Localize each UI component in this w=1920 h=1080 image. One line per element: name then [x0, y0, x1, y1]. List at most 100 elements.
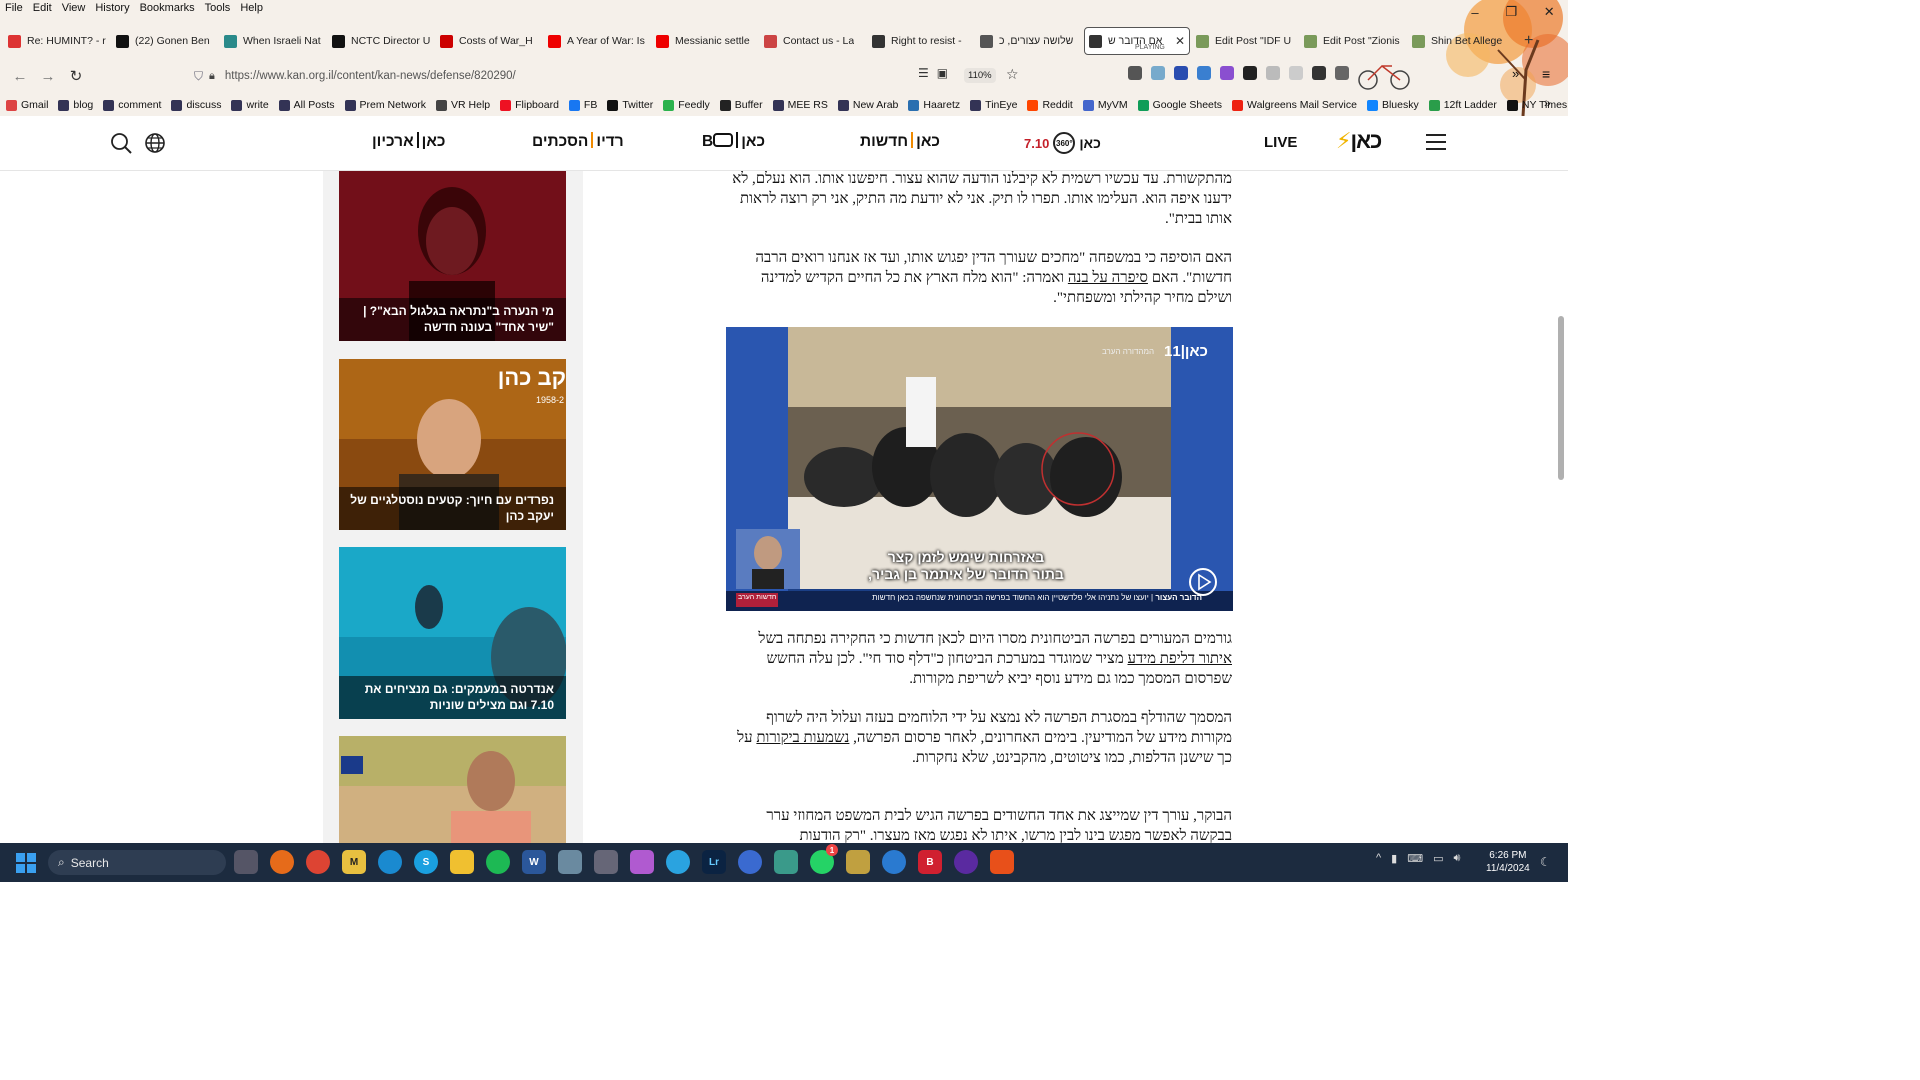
browser-tab[interactable]: (22) Gonen Ben — [112, 27, 218, 55]
link-icon[interactable] — [1335, 66, 1349, 80]
firefox-icon[interactable] — [270, 850, 294, 874]
menu-help[interactable]: Help — [235, 0, 268, 18]
bookmark-item[interactable]: Buffer — [719, 99, 763, 111]
bookmark-item[interactable]: discuss — [171, 99, 221, 111]
minimize-icon[interactable]: – — [1471, 5, 1478, 20]
menu-tools[interactable]: Tools — [200, 0, 236, 18]
battery-icon[interactable]: ▮ — [1391, 852, 1397, 865]
reddit-extension-icon[interactable] — [1266, 66, 1280, 80]
sidebar-card[interactable]: קב כהן 1958-2 נפרדים עם חיוך: קטעים נוסט… — [339, 359, 566, 530]
extension-icon[interactable] — [1128, 66, 1142, 80]
browser-tab[interactable]: When Israeli Nat — [220, 27, 326, 55]
nav-kan-box[interactable]: כאן B — [702, 132, 765, 151]
extension-icon[interactable] — [1312, 66, 1326, 80]
display-icon[interactable]: ▭ — [1433, 852, 1443, 865]
article-link[interactable]: נשמעות ביקורות — [756, 730, 849, 746]
bookmark-item[interactable]: Haaretz — [908, 99, 960, 111]
browser-tab[interactable]: Messianic settle — [652, 27, 758, 55]
windows-start-icon[interactable] — [16, 853, 36, 873]
reader-view-icon[interactable]: ☰ — [918, 66, 929, 80]
cube-extension-icon[interactable] — [1220, 66, 1234, 80]
bookmark-item[interactable]: Walgreens Mail Service — [1232, 99, 1357, 111]
lock-icon[interactable]: 🔒︎ — [209, 70, 215, 83]
layers-extension-icon[interactable] — [1243, 66, 1257, 80]
edge-icon[interactable] — [378, 850, 402, 874]
podcast-app-icon[interactable] — [954, 850, 978, 874]
app-icon[interactable] — [882, 850, 906, 874]
forward-arrow-icon[interactable]: → — [34, 68, 62, 85]
settings-gear-icon[interactable] — [594, 850, 618, 874]
reload-icon[interactable]: ↻ — [62, 67, 90, 85]
tray-chevron-icon[interactable]: ^ — [1376, 852, 1381, 865]
sidebar-card[interactable] — [339, 736, 566, 843]
badge-7-10-link[interactable]: 7.10 360° כאן — [1024, 132, 1101, 154]
bookmark-item[interactable]: write — [231, 99, 269, 111]
bookmark-item[interactable]: TinEye — [970, 99, 1017, 111]
sidebar-card[interactable]: מי הנערה ב"נתראה בגלגול הבא"? | "שיר אחד… — [339, 171, 566, 341]
browser-tab[interactable]: Right to resist - — [868, 27, 974, 55]
browser-tab[interactable]: Costs of War_H — [436, 27, 542, 55]
hamburger-menu-icon[interactable] — [1426, 134, 1446, 155]
tab-close-icon[interactable]: ✕ — [1175, 34, 1185, 48]
overflow-chevron-icon[interactable]: » — [1512, 66, 1519, 81]
task-view-icon[interactable] — [234, 850, 258, 874]
menu-edit[interactable]: Edit — [28, 0, 57, 18]
back-arrow-icon[interactable]: ← — [6, 68, 34, 85]
browser-tab[interactable]: שלושה עצורים, כ — [976, 27, 1082, 55]
bookmark-item[interactable]: Gmail — [6, 99, 48, 111]
browser-tab[interactable]: Edit Post "IDF U — [1192, 27, 1298, 55]
bookmark-star-icon[interactable]: ☆ — [1006, 66, 1019, 83]
extension-icon[interactable] — [1289, 66, 1303, 80]
video-player[interactable]: כאן|11 המהדורה הערב באזרחות שימש לזמן קצ… — [726, 327, 1233, 611]
app-icon[interactable] — [738, 850, 762, 874]
restore-icon[interactable]: ❐ — [1505, 4, 1517, 20]
chrome-icon[interactable] — [306, 850, 330, 874]
url-bar[interactable]: ⛉ 🔒︎ — [186, 64, 1026, 88]
bookmark-item[interactable]: Reddit — [1027, 99, 1073, 111]
menu-bookmarks[interactable]: Bookmarks — [135, 0, 200, 18]
browser-tab[interactable]: אם הדובר ש PLAYING ✕ — [1084, 27, 1190, 55]
keyboard-icon[interactable]: ⌨ — [1407, 852, 1423, 865]
bookmark-item[interactable]: Bluesky — [1366, 99, 1419, 111]
bookmark-item[interactable]: comment — [103, 99, 161, 111]
new-tab-icon[interactable]: + — [1516, 32, 1541, 50]
nav-kan-news[interactable]: כאן חדשות — [860, 132, 940, 151]
brave-icon[interactable] — [990, 850, 1014, 874]
article-link[interactable]: איתור דליפת מידע — [1128, 651, 1233, 667]
notification-bell-icon[interactable]: ☾ — [1540, 855, 1551, 869]
close-window-icon[interactable]: ✕ — [1544, 4, 1555, 20]
browser-tab[interactable]: Edit Post "Zionis — [1300, 27, 1406, 55]
browser-tab[interactable]: Contact us - La — [760, 27, 866, 55]
bookmark-item[interactable]: New Arab — [837, 99, 898, 111]
app-icon[interactable] — [846, 850, 870, 874]
article-link[interactable]: סיפרה על בנה — [1068, 270, 1148, 286]
calculator-icon[interactable] — [558, 850, 582, 874]
bookmark-item[interactable]: 12ft Ladder — [1428, 99, 1497, 111]
bookmark-item[interactable]: MyVM — [1082, 99, 1128, 111]
bookmark-item[interactable]: Feedly — [663, 99, 710, 111]
extension-icon[interactable] — [1151, 66, 1165, 80]
volume-icon[interactable]: 🔊︎ — [1454, 852, 1461, 865]
bookmark-item[interactable]: FB — [568, 99, 597, 111]
file-explorer-icon[interactable] — [450, 850, 474, 874]
menu-file[interactable]: File — [0, 0, 28, 18]
spotify-icon[interactable] — [486, 850, 510, 874]
kan-logo[interactable]: ⚡︎כאן — [1336, 128, 1382, 154]
shield-extension-icon[interactable] — [1174, 66, 1188, 80]
menu-history[interactable]: History — [90, 0, 134, 18]
taskbar-clock[interactable]: 6:26 PM 11/4/2024 — [1486, 849, 1530, 875]
nav-kan-archive[interactable]: כאן ארכיון — [372, 132, 445, 151]
globe-icon[interactable] — [144, 132, 166, 154]
browser-tab[interactable]: Shin Bet Allege — [1408, 27, 1514, 55]
save-extension-icon[interactable] — [1197, 66, 1211, 80]
bookmarks-overflow-icon[interactable]: » — [1544, 96, 1551, 110]
zoom-level-indicator[interactable]: 110% — [964, 68, 996, 83]
bookmark-item[interactable]: Google Sheets — [1137, 99, 1222, 111]
url-input[interactable] — [224, 70, 825, 82]
lightroom-icon[interactable]: Lr — [702, 850, 726, 874]
bookmark-item[interactable]: blog — [58, 99, 93, 111]
shield-icon[interactable]: ⛉ — [194, 69, 203, 84]
browser-tab[interactable]: NCTC Director U — [328, 27, 434, 55]
play-button-icon[interactable] — [1188, 567, 1218, 597]
bookmark-item[interactable]: All Posts — [278, 99, 335, 111]
